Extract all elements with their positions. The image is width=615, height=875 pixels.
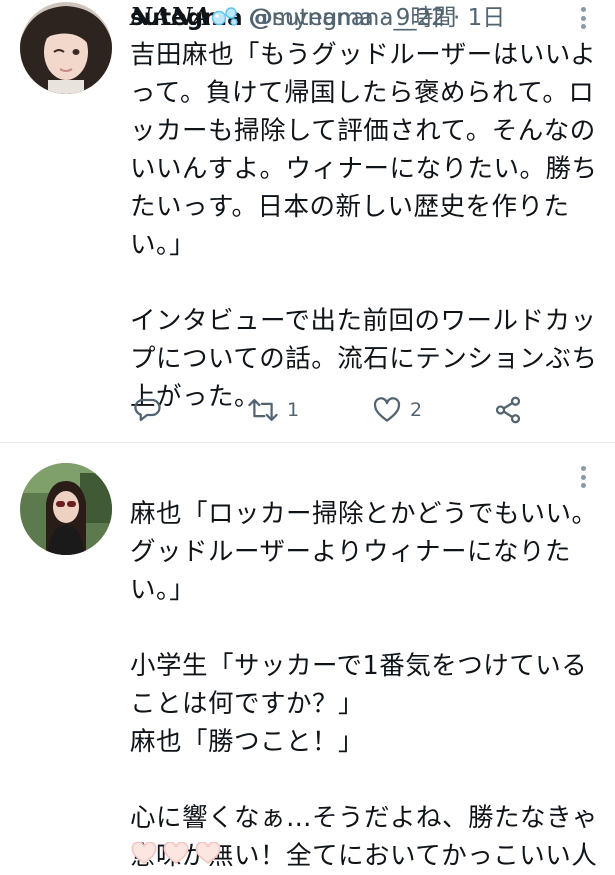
avatar[interactable] bbox=[20, 463, 112, 555]
heart-icon bbox=[373, 397, 401, 422]
avatar[interactable] bbox=[20, 2, 112, 94]
reply-button[interactable] bbox=[132, 393, 162, 427]
tweet-1[interactable]: sutegma @sutegma · 9時間 吉田麻也「もうグッドルーザーはいい… bbox=[0, 0, 615, 443]
tweet-header: NANA @mynanana__22 · 1日 bbox=[130, 0, 585, 34]
tweet-actions: 1 2 bbox=[130, 393, 530, 427]
reply-icon bbox=[134, 398, 161, 422]
tweet-text: 麻也「ロッカー掃除とかどうでもいい。グッドルーザーよりウィナーになりたい。」 小… bbox=[130, 499, 599, 871]
share-button[interactable] bbox=[493, 393, 523, 427]
like-button[interactable]: 2 bbox=[372, 393, 422, 427]
like-count: 2 bbox=[410, 399, 423, 421]
tweet-text: 吉田麻也「もうグッドルーザーはいいよって。負けて帰国したら褒められて。ロッカーも… bbox=[130, 40, 598, 412]
timestamp[interactable]: 1日 bbox=[468, 5, 506, 31]
bubbles-emoji bbox=[211, 7, 238, 26]
retweet-button[interactable]: 1 bbox=[247, 393, 299, 427]
retweet-count: 1 bbox=[287, 399, 300, 421]
handle[interactable]: @mynanana__22 bbox=[248, 5, 445, 31]
more-options-icon[interactable] bbox=[573, 463, 593, 491]
display-name[interactable]: NANA bbox=[130, 2, 211, 31]
hearts-emoji bbox=[130, 842, 222, 864]
separator: · bbox=[453, 5, 461, 31]
share-icon bbox=[495, 396, 521, 424]
retweet-icon bbox=[248, 399, 278, 421]
